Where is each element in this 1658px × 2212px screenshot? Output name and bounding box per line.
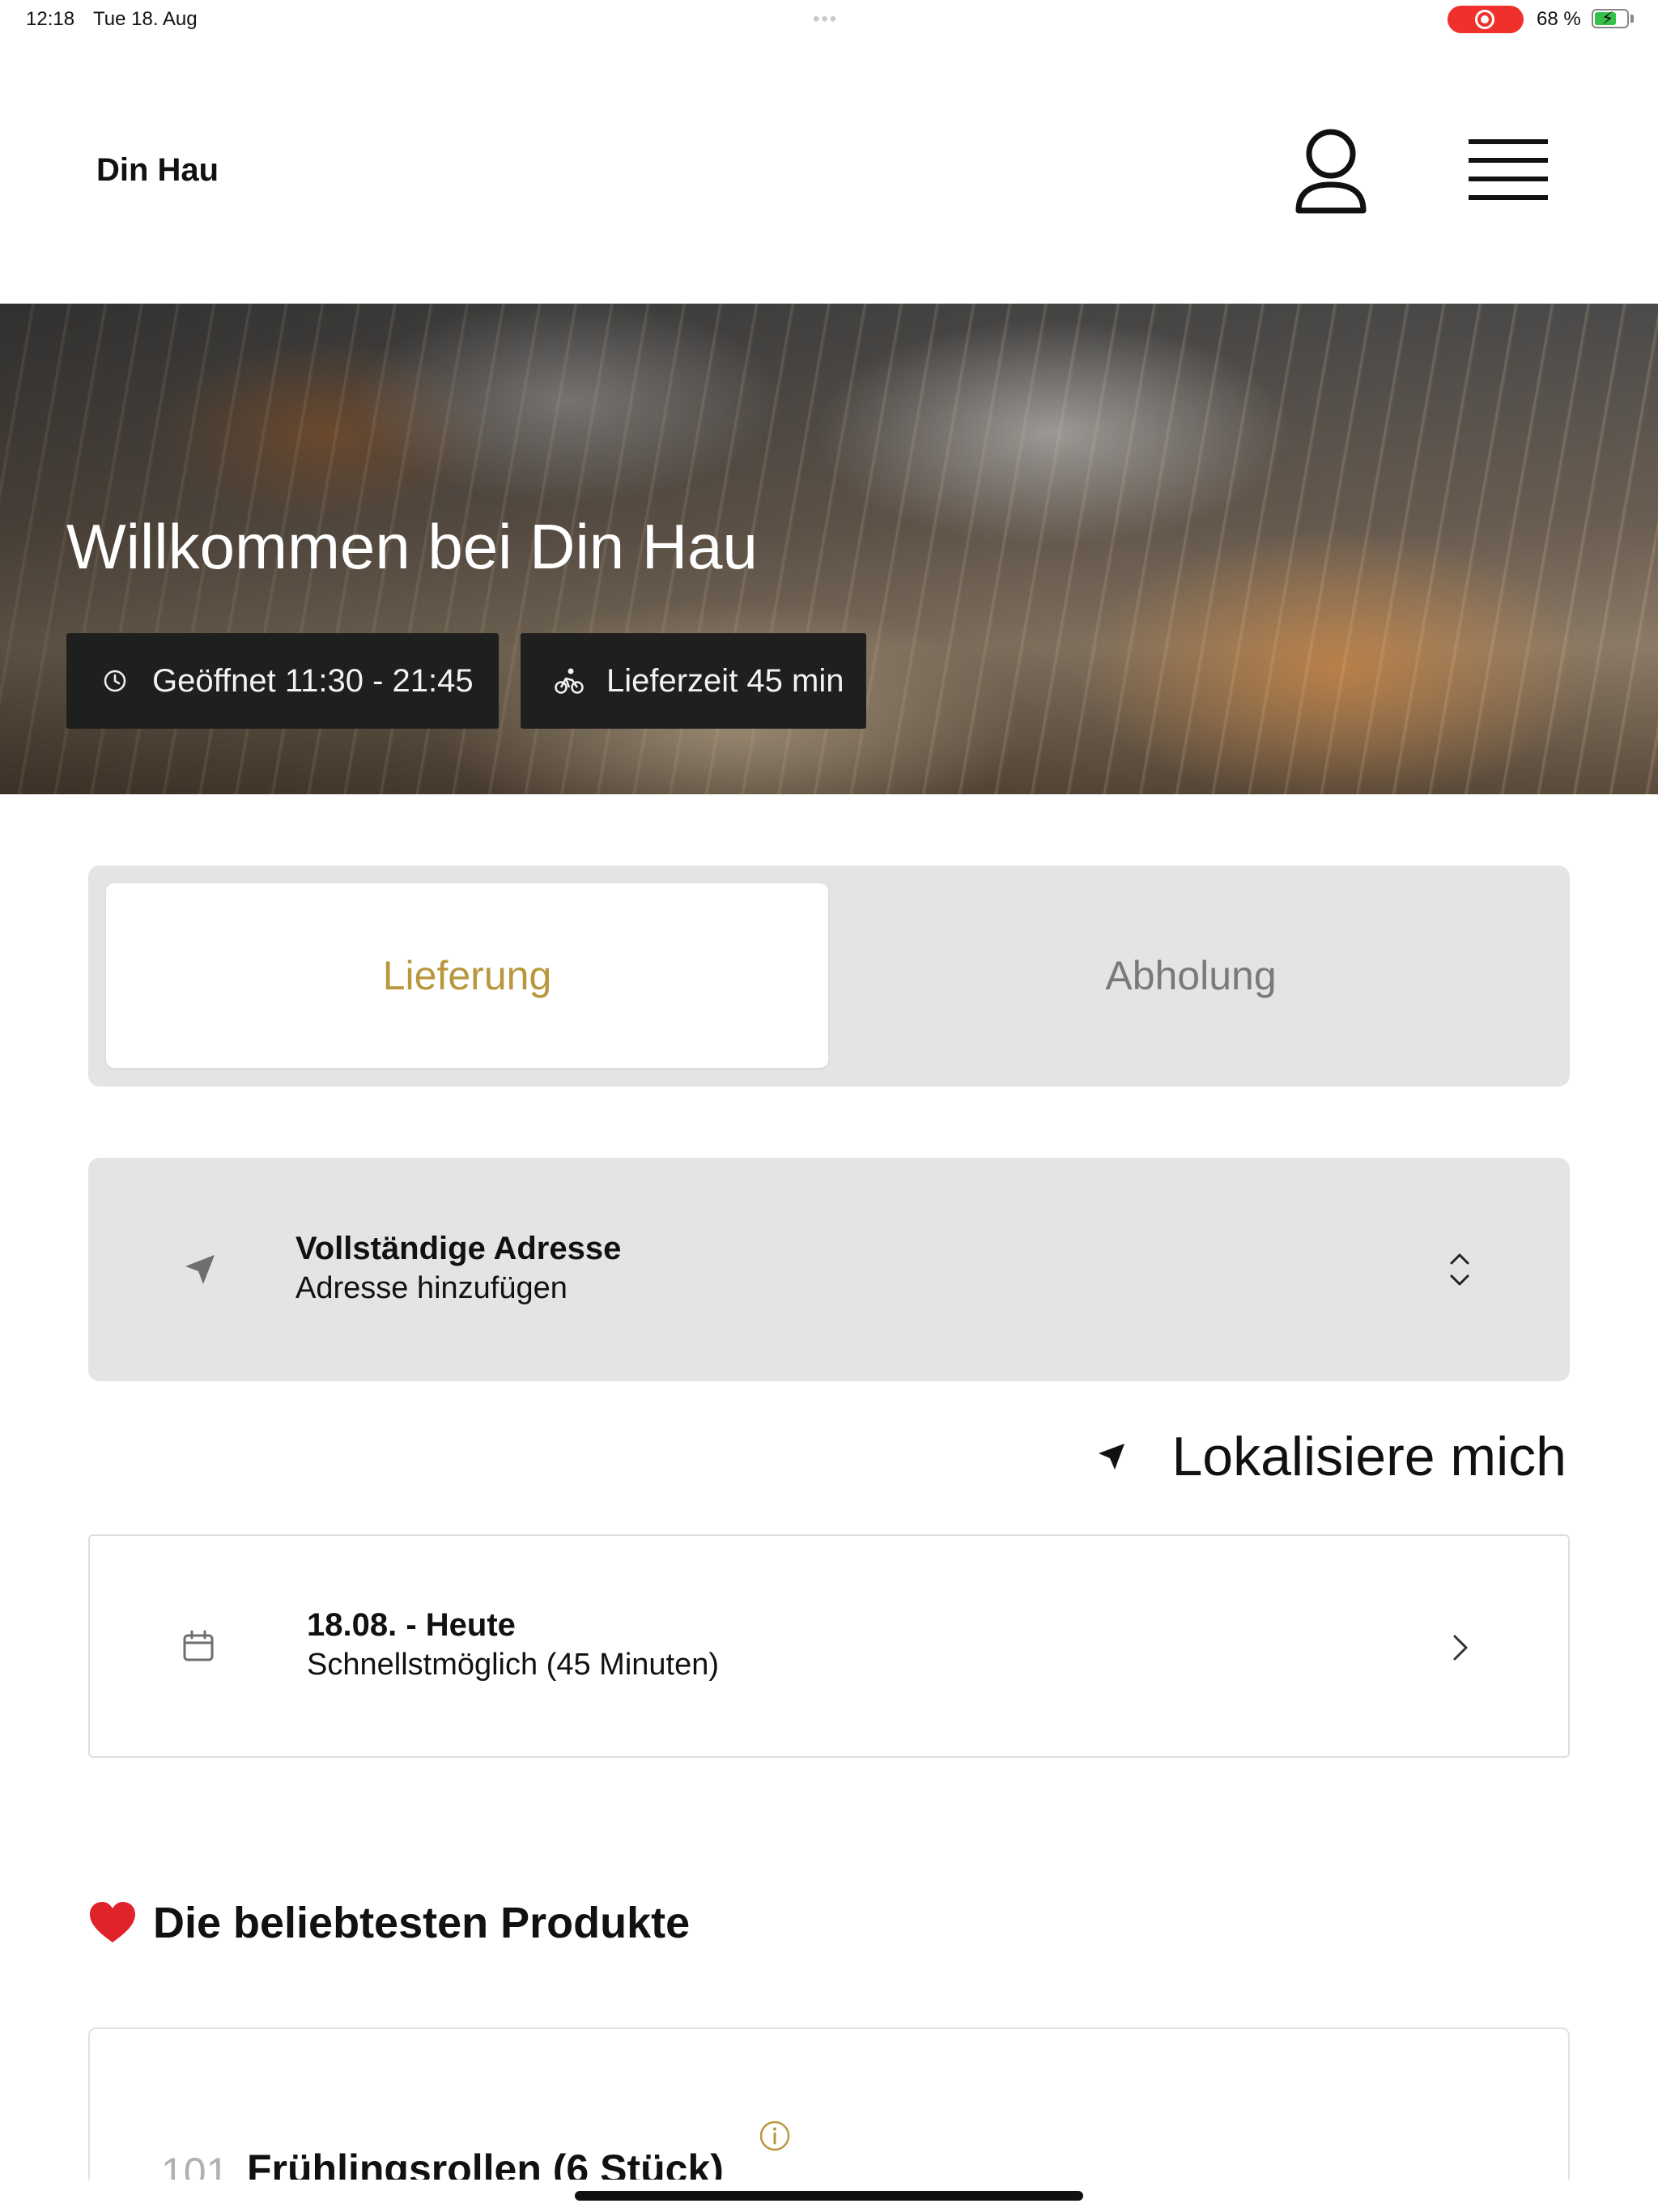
delivery-time-chip: Lieferzeit 45 min [521,633,866,729]
tab-pickup[interactable]: Abholung [830,883,1552,1068]
schedule-subtitle: Schnellstmöglich (45 Minuten) [307,1648,720,1682]
locate-me-label: Lokalisiere mich [1171,1426,1567,1487]
screen-recording-icon[interactable] [1448,6,1524,33]
address-title: Vollständige Adresse [295,1231,622,1266]
hamburger-menu-icon [1469,139,1548,200]
popular-products-heading: Die beliebtesten Produkte [88,1898,690,1948]
brand-name[interactable]: Din Hau [96,152,219,189]
address-placeholder: Adresse hinzufügen [295,1271,568,1305]
bicycle-icon [555,668,584,694]
person-icon [1295,129,1367,214]
multitasking-dots-icon[interactable]: ••• [813,8,838,31]
locate-me-button[interactable]: Lokalisiere mich [1094,1425,1567,1488]
location-arrow-icon [185,1255,215,1284]
status-date: Tue 18. Aug [93,8,198,30]
status-bar: 12:18 Tue 18. Aug ••• 68 % ⚡ [0,0,1658,39]
tab-delivery[interactable]: Lieferung [106,883,828,1068]
delivery-time-text: Lieferzeit 45 min [606,662,844,699]
opening-hours-text: Geöffnet 11:30 - 21:45 [152,662,474,699]
chevron-right-icon [1453,1635,1468,1661]
menu-button[interactable] [1464,134,1553,207]
battery-cap [1630,15,1634,23]
heart-icon [90,1902,135,1942]
status-time: 12:18 [26,8,75,30]
chevron-up-down-icon [1450,1253,1469,1286]
info-icon[interactable] [759,2120,791,2152]
opening-hours-chip: Geöffnet 11:30 - 21:45 [66,633,499,729]
address-selector[interactable]: Vollständige Adresse Adresse hinzufügen [88,1158,1570,1381]
battery-icon: ⚡ [1592,8,1629,28]
battery-percentage: 68 % [1537,8,1581,30]
clock-icon [104,670,126,692]
location-arrow-icon [1099,1444,1125,1470]
calendar-icon [183,1630,214,1661]
profile-button[interactable] [1292,126,1370,217]
home-indicator[interactable] [575,2191,1083,2201]
order-mode-switch: Lieferung Abholung [88,866,1570,1087]
schedule-date: 18.08. - Heute [307,1607,516,1643]
popular-products-title: Die beliebtesten Produkte [153,1899,691,1947]
hero-banner: Willkommen bei Din Hau Geöffnet 11:30 - … [0,304,1658,794]
delivery-time-selector[interactable]: 18.08. - Heute Schnellstmöglich (45 Minu… [88,1534,1570,1758]
hero-title: Willkommen bei Din Hau [66,511,758,582]
